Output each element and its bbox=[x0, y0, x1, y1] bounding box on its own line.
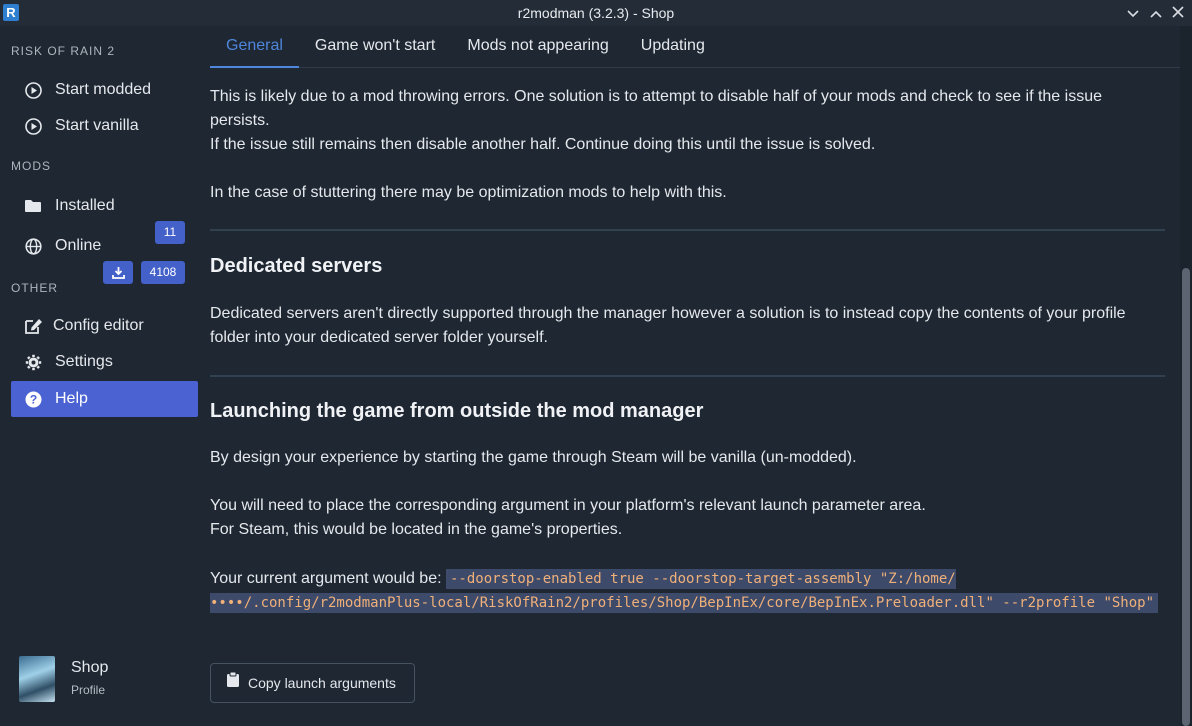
play-circle-icon bbox=[23, 80, 43, 100]
title-bar: R r2modman (3.2.3) - Shop bbox=[0, 0, 1192, 26]
minimize-button[interactable] bbox=[1123, 3, 1143, 23]
svg-text:?: ? bbox=[29, 392, 36, 406]
launch-paragraph-3: For Steam, this would be located in the … bbox=[210, 521, 623, 538]
launching-heading: Launching the game from outside the mod … bbox=[210, 400, 704, 422]
folder-icon bbox=[23, 196, 43, 216]
tab-game-wont-start[interactable]: Game won't start bbox=[299, 26, 451, 68]
play-circle-icon bbox=[23, 116, 43, 136]
maximize-button[interactable] bbox=[1146, 3, 1166, 23]
sidebar: RISK OF RAIN 2 Start modded Start vanill… bbox=[0, 26, 198, 726]
launch-paragraph-2: You will need to place the corresponding… bbox=[210, 497, 926, 514]
gear-icon bbox=[23, 352, 43, 372]
profile-label: Profile bbox=[71, 683, 106, 697]
sidebar-item-settings[interactable]: Settings bbox=[11, 344, 198, 380]
profile-name[interactable]: Shop bbox=[71, 659, 108, 677]
settings-label: Settings bbox=[55, 353, 113, 370]
copy-launch-arguments-button[interactable]: Copy launch arguments bbox=[210, 663, 415, 703]
start-modded-label: Start modded bbox=[55, 81, 152, 98]
help-label: Help bbox=[55, 390, 88, 407]
close-icon bbox=[1172, 6, 1184, 18]
launch-paragraph-1: By design your experience by starting th… bbox=[210, 449, 857, 466]
chevron-up-icon bbox=[1150, 10, 1162, 18]
sidebar-item-installed[interactable]: Installed bbox=[11, 188, 198, 224]
argument-label: Your current argument would be: bbox=[210, 570, 442, 587]
main-panel: General Game won't start Mods not appear… bbox=[198, 26, 1180, 726]
chevron-down-icon bbox=[1127, 10, 1139, 18]
online-label: Online bbox=[55, 237, 102, 254]
mods-heading: MODS bbox=[11, 159, 51, 173]
argument-block: Your current argument would be: --doorst… bbox=[210, 567, 1165, 615]
start-vanilla-button[interactable]: Start vanilla bbox=[11, 108, 198, 144]
profile-avatar[interactable] bbox=[19, 656, 55, 702]
sidebar-item-config-editor[interactable]: Config editor bbox=[11, 308, 198, 344]
help-tabs: General Game won't start Mods not appear… bbox=[210, 26, 1180, 68]
other-heading: OTHER bbox=[11, 281, 58, 295]
errors-paragraph-1: This is likely due to a mod throwing err… bbox=[210, 88, 1102, 129]
start-modded-button[interactable]: Start modded bbox=[11, 72, 198, 108]
online-count-badge: 4108 bbox=[141, 261, 185, 284]
dedicated-servers-heading: Dedicated servers bbox=[210, 255, 383, 277]
stutter-paragraph: In the case of stuttering there may be o… bbox=[210, 184, 727, 201]
close-button[interactable] bbox=[1168, 3, 1188, 23]
tab-updating[interactable]: Updating bbox=[625, 26, 721, 68]
copy-button-label: Copy launch arguments bbox=[248, 675, 396, 691]
clipboard-icon bbox=[226, 671, 240, 695]
tab-mods-not-appearing[interactable]: Mods not appearing bbox=[451, 26, 624, 68]
sidebar-item-help[interactable]: ? Help bbox=[11, 381, 198, 417]
tab-general[interactable]: General bbox=[210, 26, 299, 68]
section-divider bbox=[210, 229, 1165, 231]
sidebar-item-online[interactable]: Online bbox=[11, 228, 198, 264]
edit-icon bbox=[23, 316, 43, 336]
dedicated-servers-text: Dedicated servers aren't directly suppor… bbox=[210, 305, 1126, 346]
installed-label: Installed bbox=[55, 197, 115, 214]
config-editor-label: Config editor bbox=[53, 317, 144, 334]
globe-icon bbox=[23, 236, 43, 256]
download-icon bbox=[111, 267, 125, 279]
scrollbar-thumb[interactable] bbox=[1182, 268, 1190, 726]
errors-paragraph-2: If the issue still remains then disable … bbox=[210, 136, 876, 153]
section-divider bbox=[210, 375, 1165, 377]
question-circle-icon: ? bbox=[23, 389, 43, 409]
game-heading: RISK OF RAIN 2 bbox=[11, 44, 116, 58]
window-title: r2modman (3.2.3) - Shop bbox=[517, 5, 675, 21]
download-updates-button[interactable] bbox=[103, 261, 133, 284]
start-vanilla-label: Start vanilla bbox=[55, 117, 139, 134]
